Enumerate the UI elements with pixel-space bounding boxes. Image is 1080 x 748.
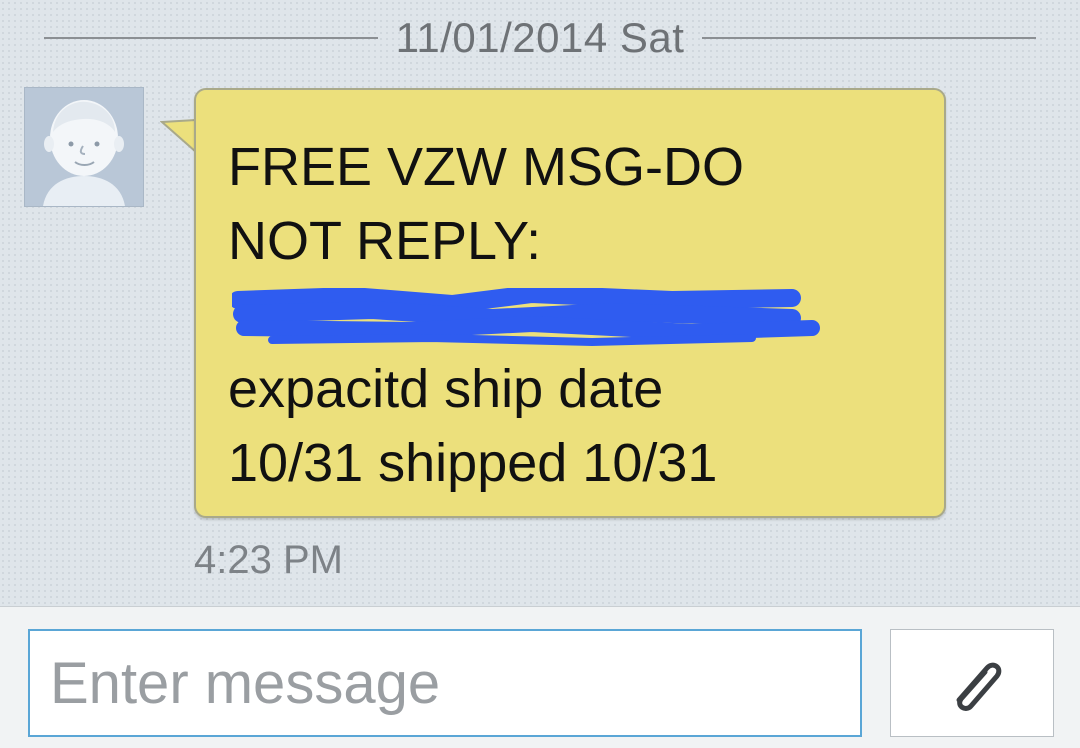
redaction-mark (232, 288, 820, 347)
message-input[interactable] (28, 629, 862, 737)
paperclip-icon (956, 662, 1002, 711)
attach-button[interactable] (890, 629, 1054, 737)
divider-right (702, 37, 1036, 39)
conversation-screen: 11/01/2014 Sat FREE VZW MSG-DO NOT REPLY… (0, 0, 1080, 748)
person-icon (25, 88, 143, 206)
redaction-scribble (228, 278, 908, 352)
message-line: NOT REPLY: (228, 211, 542, 271)
divider-left (44, 37, 378, 39)
message-timestamp: 4:23 PM (194, 538, 343, 582)
message-line: 10/31 shipped 10/31 (228, 433, 718, 493)
message-line: FREE VZW MSG-DO (228, 137, 744, 197)
contact-avatar[interactable] (24, 87, 144, 207)
message-composer (0, 606, 1080, 748)
message-line: expacitd ship date (228, 359, 664, 419)
message-text: FREE VZW MSG-DO NOT REPLY: expacitd ship… (228, 130, 908, 500)
message-bubble[interactable]: FREE VZW MSG-DO NOT REPLY: expacitd ship… (194, 88, 946, 518)
date-separator: 11/01/2014 Sat (44, 10, 1036, 66)
date-label: 11/01/2014 Sat (395, 14, 685, 61)
